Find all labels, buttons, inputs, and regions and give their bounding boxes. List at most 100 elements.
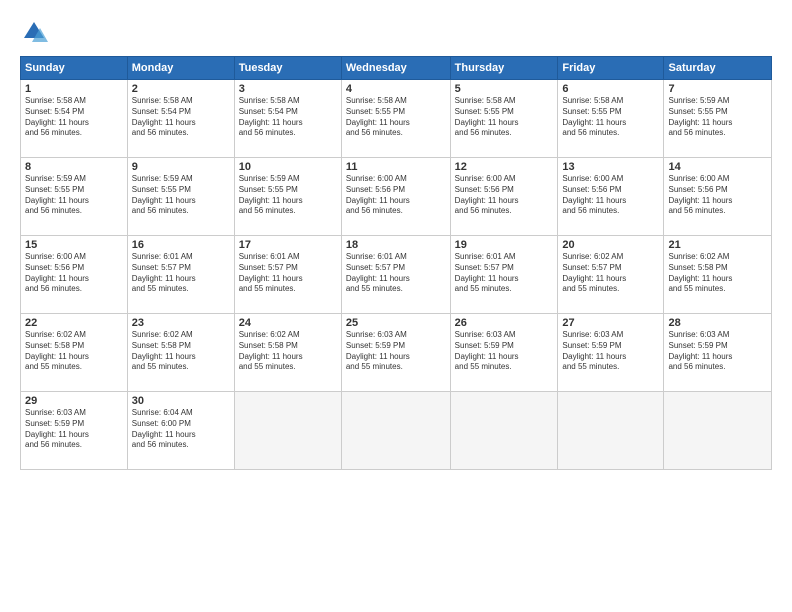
day-number: 28 (668, 317, 767, 329)
col-header-sunday: Sunday (21, 57, 128, 80)
calendar-cell: 15Sunrise: 6:00 AM Sunset: 5:56 PM Dayli… (21, 236, 128, 314)
calendar-cell: 12Sunrise: 6:00 AM Sunset: 5:56 PM Dayli… (450, 158, 558, 236)
day-number: 23 (132, 317, 230, 329)
calendar-cell: 19Sunrise: 6:01 AM Sunset: 5:57 PM Dayli… (450, 236, 558, 314)
day-info: Sunrise: 6:03 AM Sunset: 5:59 PM Dayligh… (25, 408, 123, 451)
day-number: 21 (668, 239, 767, 251)
day-info: Sunrise: 6:02 AM Sunset: 5:58 PM Dayligh… (668, 252, 767, 295)
col-header-thursday: Thursday (450, 57, 558, 80)
col-header-monday: Monday (127, 57, 234, 80)
calendar-cell: 30Sunrise: 6:04 AM Sunset: 6:00 PM Dayli… (127, 392, 234, 470)
day-info: Sunrise: 5:58 AM Sunset: 5:55 PM Dayligh… (562, 96, 659, 139)
day-info: Sunrise: 5:59 AM Sunset: 5:55 PM Dayligh… (25, 174, 123, 217)
logo (20, 18, 52, 46)
day-number: 6 (562, 83, 659, 95)
day-info: Sunrise: 6:02 AM Sunset: 5:58 PM Dayligh… (132, 330, 230, 373)
day-info: Sunrise: 5:59 AM Sunset: 5:55 PM Dayligh… (132, 174, 230, 217)
day-info: Sunrise: 6:01 AM Sunset: 5:57 PM Dayligh… (346, 252, 446, 295)
calendar-cell (341, 392, 450, 470)
logo-icon (20, 18, 48, 46)
calendar-cell: 2Sunrise: 5:58 AM Sunset: 5:54 PM Daylig… (127, 80, 234, 158)
calendar-cell: 21Sunrise: 6:02 AM Sunset: 5:58 PM Dayli… (664, 236, 772, 314)
day-number: 25 (346, 317, 446, 329)
calendar-cell: 14Sunrise: 6:00 AM Sunset: 5:56 PM Dayli… (664, 158, 772, 236)
day-number: 27 (562, 317, 659, 329)
day-info: Sunrise: 6:00 AM Sunset: 5:56 PM Dayligh… (455, 174, 554, 217)
day-number: 29 (25, 395, 123, 407)
calendar-cell: 10Sunrise: 5:59 AM Sunset: 5:55 PM Dayli… (234, 158, 341, 236)
day-info: Sunrise: 6:01 AM Sunset: 5:57 PM Dayligh… (455, 252, 554, 295)
day-info: Sunrise: 6:03 AM Sunset: 5:59 PM Dayligh… (668, 330, 767, 373)
day-number: 16 (132, 239, 230, 251)
calendar-cell: 8Sunrise: 5:59 AM Sunset: 5:55 PM Daylig… (21, 158, 128, 236)
day-number: 4 (346, 83, 446, 95)
calendar-cell: 7Sunrise: 5:59 AM Sunset: 5:55 PM Daylig… (664, 80, 772, 158)
day-number: 15 (25, 239, 123, 251)
calendar-cell: 24Sunrise: 6:02 AM Sunset: 5:58 PM Dayli… (234, 314, 341, 392)
calendar-cell: 11Sunrise: 6:00 AM Sunset: 5:56 PM Dayli… (341, 158, 450, 236)
day-number: 20 (562, 239, 659, 251)
day-info: Sunrise: 6:01 AM Sunset: 5:57 PM Dayligh… (239, 252, 337, 295)
col-header-tuesday: Tuesday (234, 57, 341, 80)
calendar-cell (558, 392, 664, 470)
day-info: Sunrise: 6:00 AM Sunset: 5:56 PM Dayligh… (668, 174, 767, 217)
col-header-saturday: Saturday (664, 57, 772, 80)
calendar-table: SundayMondayTuesdayWednesdayThursdayFrid… (20, 56, 772, 470)
col-header-wednesday: Wednesday (341, 57, 450, 80)
day-info: Sunrise: 5:59 AM Sunset: 5:55 PM Dayligh… (239, 174, 337, 217)
calendar-cell: 6Sunrise: 5:58 AM Sunset: 5:55 PM Daylig… (558, 80, 664, 158)
day-number: 12 (455, 161, 554, 173)
day-info: Sunrise: 6:01 AM Sunset: 5:57 PM Dayligh… (132, 252, 230, 295)
header (20, 18, 772, 46)
day-info: Sunrise: 6:03 AM Sunset: 5:59 PM Dayligh… (346, 330, 446, 373)
calendar-cell: 13Sunrise: 6:00 AM Sunset: 5:56 PM Dayli… (558, 158, 664, 236)
day-info: Sunrise: 5:58 AM Sunset: 5:54 PM Dayligh… (132, 96, 230, 139)
calendar-cell: 22Sunrise: 6:02 AM Sunset: 5:58 PM Dayli… (21, 314, 128, 392)
day-info: Sunrise: 6:00 AM Sunset: 5:56 PM Dayligh… (346, 174, 446, 217)
calendar-cell (664, 392, 772, 470)
day-number: 1 (25, 83, 123, 95)
day-number: 22 (25, 317, 123, 329)
day-info: Sunrise: 6:00 AM Sunset: 5:56 PM Dayligh… (562, 174, 659, 217)
day-number: 18 (346, 239, 446, 251)
day-info: Sunrise: 6:02 AM Sunset: 5:58 PM Dayligh… (239, 330, 337, 373)
calendar-cell: 9Sunrise: 5:59 AM Sunset: 5:55 PM Daylig… (127, 158, 234, 236)
day-info: Sunrise: 6:00 AM Sunset: 5:56 PM Dayligh… (25, 252, 123, 295)
calendar-cell (450, 392, 558, 470)
day-number: 5 (455, 83, 554, 95)
calendar-cell: 20Sunrise: 6:02 AM Sunset: 5:57 PM Dayli… (558, 236, 664, 314)
day-number: 11 (346, 161, 446, 173)
calendar-cell: 5Sunrise: 5:58 AM Sunset: 5:55 PM Daylig… (450, 80, 558, 158)
day-info: Sunrise: 5:58 AM Sunset: 5:54 PM Dayligh… (25, 96, 123, 139)
day-number: 10 (239, 161, 337, 173)
day-info: Sunrise: 5:59 AM Sunset: 5:55 PM Dayligh… (668, 96, 767, 139)
day-number: 13 (562, 161, 659, 173)
calendar-cell: 26Sunrise: 6:03 AM Sunset: 5:59 PM Dayli… (450, 314, 558, 392)
col-header-friday: Friday (558, 57, 664, 80)
calendar-cell: 4Sunrise: 5:58 AM Sunset: 5:55 PM Daylig… (341, 80, 450, 158)
calendar-cell: 29Sunrise: 6:03 AM Sunset: 5:59 PM Dayli… (21, 392, 128, 470)
day-number: 24 (239, 317, 337, 329)
calendar-cell: 16Sunrise: 6:01 AM Sunset: 5:57 PM Dayli… (127, 236, 234, 314)
calendar-cell (234, 392, 341, 470)
day-info: Sunrise: 6:04 AM Sunset: 6:00 PM Dayligh… (132, 408, 230, 451)
page: SundayMondayTuesdayWednesdayThursdayFrid… (0, 0, 792, 612)
day-info: Sunrise: 5:58 AM Sunset: 5:55 PM Dayligh… (346, 96, 446, 139)
day-number: 14 (668, 161, 767, 173)
calendar-cell: 27Sunrise: 6:03 AM Sunset: 5:59 PM Dayli… (558, 314, 664, 392)
day-info: Sunrise: 5:58 AM Sunset: 5:54 PM Dayligh… (239, 96, 337, 139)
day-info: Sunrise: 6:03 AM Sunset: 5:59 PM Dayligh… (562, 330, 659, 373)
day-number: 3 (239, 83, 337, 95)
calendar-cell: 23Sunrise: 6:02 AM Sunset: 5:58 PM Dayli… (127, 314, 234, 392)
day-number: 19 (455, 239, 554, 251)
day-info: Sunrise: 6:03 AM Sunset: 5:59 PM Dayligh… (455, 330, 554, 373)
calendar-cell: 18Sunrise: 6:01 AM Sunset: 5:57 PM Dayli… (341, 236, 450, 314)
day-info: Sunrise: 5:58 AM Sunset: 5:55 PM Dayligh… (455, 96, 554, 139)
day-info: Sunrise: 6:02 AM Sunset: 5:58 PM Dayligh… (25, 330, 123, 373)
day-number: 26 (455, 317, 554, 329)
calendar-cell: 17Sunrise: 6:01 AM Sunset: 5:57 PM Dayli… (234, 236, 341, 314)
day-number: 7 (668, 83, 767, 95)
day-number: 8 (25, 161, 123, 173)
calendar-cell: 3Sunrise: 5:58 AM Sunset: 5:54 PM Daylig… (234, 80, 341, 158)
calendar-cell: 25Sunrise: 6:03 AM Sunset: 5:59 PM Dayli… (341, 314, 450, 392)
